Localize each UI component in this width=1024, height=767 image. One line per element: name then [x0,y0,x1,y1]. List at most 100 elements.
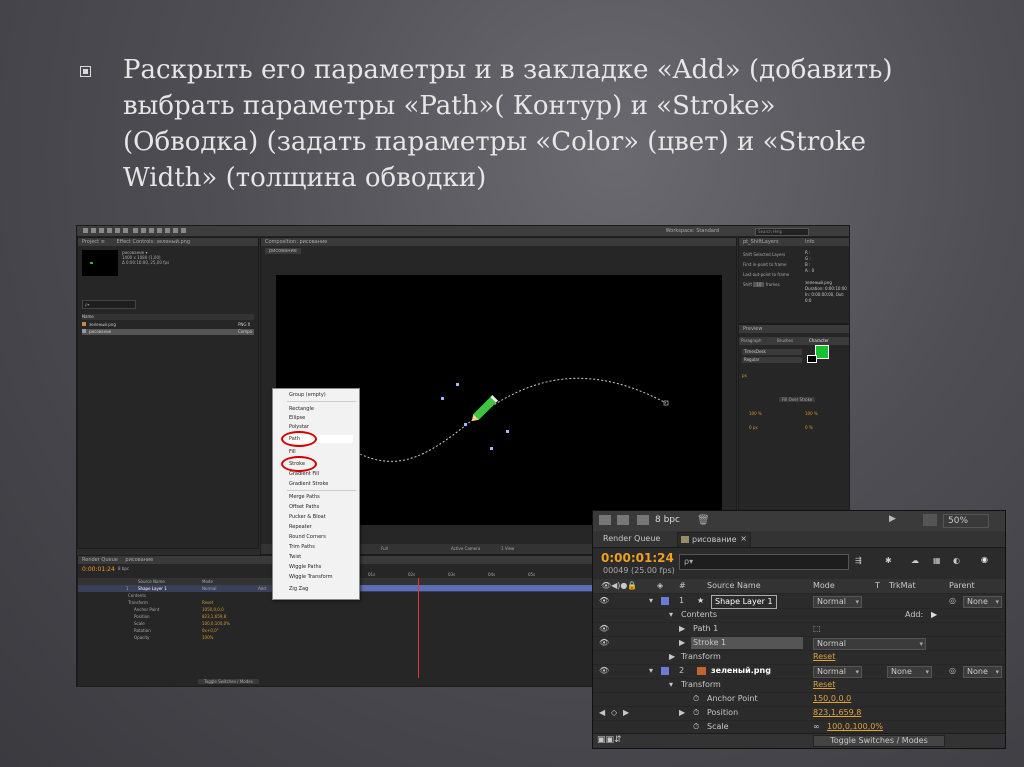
menu-item-polystar[interactable]: Polystar [289,423,309,431]
shy-layers-icon[interactable]: ☁ [911,556,919,565]
tab-render-queue[interactable]: Render Queue [82,557,118,563]
magnification-dropdown[interactable]: 50% [943,514,989,528]
layer-row-shape[interactable]: 👁 ▾ 1 ★ Shape Layer 1 Normal ◎ None [593,594,1005,609]
prop-value[interactable]: 100% [202,634,213,641]
label-color-swatch[interactable] [661,597,669,605]
project-col-name[interactable]: Name [82,314,94,319]
prop-value[interactable]: 823,1,659,8 [202,613,226,620]
av-features-icon[interactable]: 👁◀)●🔒 [601,579,637,593]
parent-dropdown[interactable]: None [963,666,1002,678]
blend-mode-dropdown[interactable]: Normal [813,596,862,608]
layer-duration-bar[interactable] [342,585,598,591]
label-column-icon[interactable]: ◈ [657,579,663,593]
fill-color-swatch[interactable] [815,345,829,359]
position-value[interactable]: 823,1,659,8 [813,706,861,720]
current-time-display[interactable]: 0:00:01:24 [601,551,674,565]
tab-comp[interactable]: рисование × [677,532,751,547]
pickwhip-icon[interactable]: ◎ [949,664,956,678]
transform-row[interactable]: ▾ Transform Reset [593,678,1005,693]
project-item[interactable]: рисование Compo [82,329,254,335]
eye-icon[interactable]: 👁 [599,664,609,678]
selection-tool-icon[interactable] [83,228,88,233]
tab-character[interactable]: Character [809,337,829,345]
position-row[interactable]: ◀ ◇ ▶ ▶ ⏱ Position 823,1,659,8 [593,706,1005,721]
eye-icon[interactable]: 👁 [599,636,609,650]
current-time-indicator[interactable] [418,578,419,678]
camera-dropdown[interactable]: Active Camera [451,544,480,554]
project-search-input[interactable]: ρ▾ [82,300,136,309]
draft-3d-icon[interactable]: ✱ [885,556,892,565]
col-source-name[interactable]: Source Name [707,579,761,593]
brush-tool-icon[interactable] [157,228,162,233]
layer-row-image[interactable]: 👁 ▾ 2 зеленый.png Normal None ◎ None [593,664,1005,679]
prop-value[interactable]: 1050,0,0,0 [202,606,224,613]
resolution-dropdown[interactable]: Full [381,544,388,554]
prop-row[interactable]: Rotation 0x+0,0° [78,627,598,634]
stroke-label[interactable]: Stroke 1 [691,637,803,649]
tab-render-queue[interactable]: Render Queue [603,534,660,543]
frame-blending-icon[interactable]: ▦ [933,556,941,565]
path-row[interactable]: 👁 ▶ Path 1 ⬚ [593,622,1005,637]
menu-item-repeater[interactable]: Repeater [289,523,312,531]
shift-value-input[interactable]: 10 [753,282,765,287]
constrain-proportions-icon[interactable]: ∞ [813,720,820,734]
expand-arrow-icon[interactable]: ▾ [669,678,673,692]
search-help-input[interactable]: Search Help [755,228,809,236]
time-ruler[interactable]: 01s 02s 03s 04s 05s [348,572,598,578]
reset-link[interactable]: Reset [202,599,213,606]
baseline-shift-field[interactable]: 0 px [749,425,758,430]
expand-arrow-icon[interactable]: ▾ [669,608,673,622]
next-keyframe-icon[interactable]: ▶ [623,706,629,720]
anchor-point-value[interactable]: 150,0,0,0 [813,692,851,706]
stopwatch-icon[interactable]: ⏱ [693,720,699,734]
tab-preview[interactable]: Preview [743,326,762,332]
prop-row[interactable]: Scale 100,0,100,0% [78,620,598,627]
add-arrow-icon[interactable]: ▶ [931,608,937,622]
tab-paragraph[interactable]: Paragraph [741,337,762,345]
menu-item-group[interactable]: Group (empty) [289,391,326,399]
new-folder-icon[interactable] [617,515,629,525]
menu-item-fill[interactable]: Fill [289,448,296,456]
layer-name[interactable]: зеленый.png [711,664,771,678]
folder-icon[interactable] [599,515,611,525]
menu-item-merge-paths[interactable]: Merge Paths [289,493,320,501]
region-icon[interactable] [923,514,937,526]
menu-item-gradient-stroke[interactable]: Gradient Stroke [289,480,328,488]
tab-composition[interactable]: Composition: рисование [265,239,327,245]
hand-tool-icon[interactable] [91,228,96,233]
col-source-name[interactable]: Source Name [138,578,165,585]
stamp-tool-icon[interactable] [165,228,170,233]
tab-project[interactable]: Project ≡ [82,239,105,245]
menu-item-round-corners[interactable]: Round Corners [289,533,326,541]
path-mode-icon[interactable]: ⬚ [813,622,821,636]
layer-search-input[interactable]: ρ▾ [679,554,849,570]
expand-arrow-icon[interactable]: ▾ [649,594,653,608]
pan-tool-icon[interactable] [123,228,128,233]
transform-row[interactable]: ▶ Transform Reset [593,650,1005,665]
prop-row[interactable]: Position 823,1,659,8 [78,613,598,620]
prop-row[interactable]: Opacity 100% [78,634,598,641]
anchor-point-row[interactable]: ⏱ Anchor Point 150,0,0,0 [593,692,1005,707]
add-keyframe-icon[interactable]: ◇ [611,706,617,720]
label-color-swatch[interactable] [661,667,669,675]
layer-switches-icon[interactable]: ▣▣⇵ [597,735,622,745]
col-parent[interactable]: Parent [949,579,975,593]
col-mode[interactable]: Mode [813,579,835,593]
add-menu-button[interactable]: Add: [905,608,923,622]
font-size-field[interactable]: px [742,373,747,378]
camera-tool-icon[interactable] [115,228,120,233]
prop-value[interactable]: 0x+0,0° [202,627,219,634]
shift-option[interactable]: Last out-point to frame [743,270,789,280]
close-icon[interactable]: × [740,534,747,543]
stroke-blend-dropdown[interactable]: Normal [813,638,926,650]
add-label[interactable]: Add: [258,585,267,592]
tab-info[interactable]: Info [805,238,814,246]
eye-icon[interactable]: 👁 [599,594,609,608]
menu-item-pucker-bloat[interactable]: Pucker & Bloat [289,513,326,521]
comp-mini-flowchart-icon[interactable]: ⇶ [855,556,862,565]
comp-subtab[interactable]: рисование [265,248,301,254]
workspace-label[interactable]: Workspace: Standard [666,228,719,234]
prev-keyframe-icon[interactable]: ◀ [599,706,605,720]
toggle-switches-button[interactable]: Toggle Switches / Modes [198,679,259,684]
transform-row[interactable]: Transform Reset [78,599,598,606]
